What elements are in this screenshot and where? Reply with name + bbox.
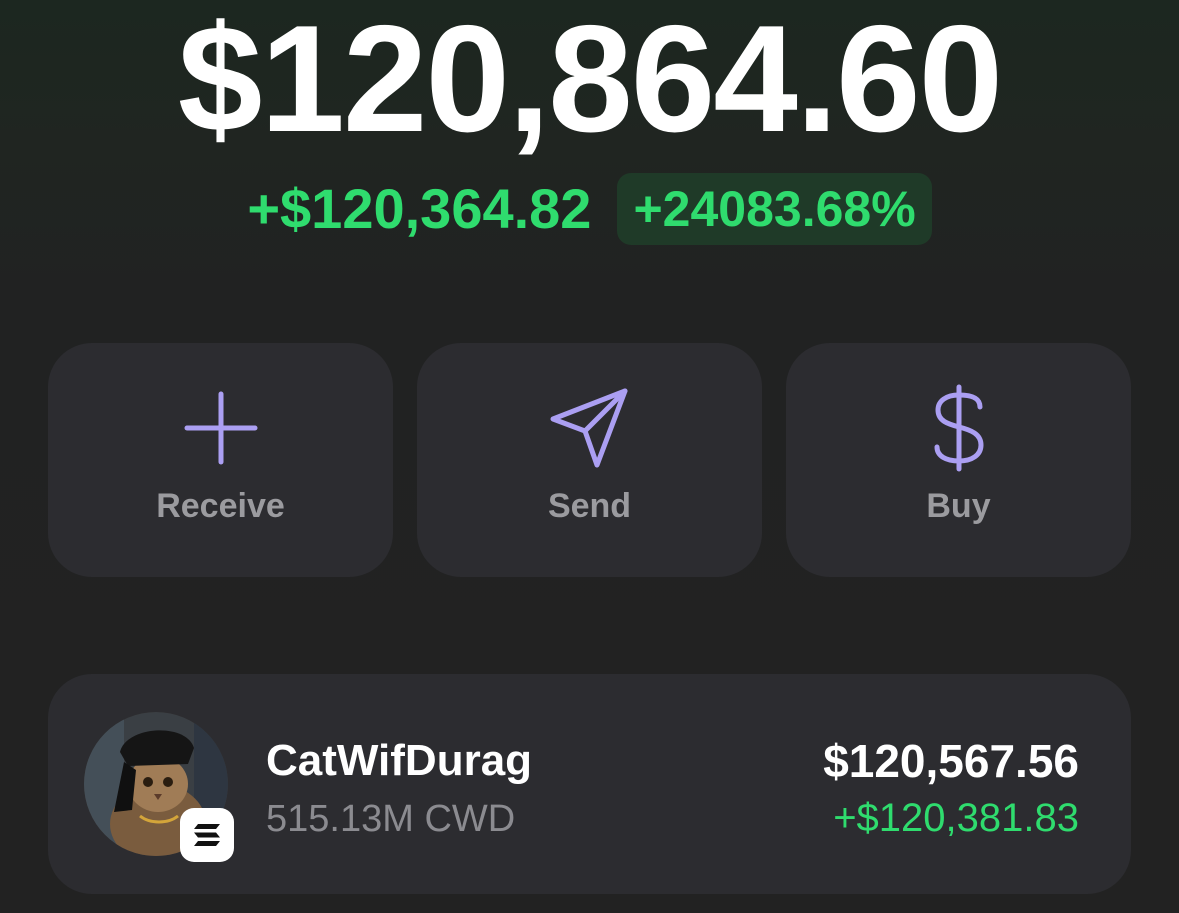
token-amount: 515.13M CWD: [266, 798, 516, 840]
change-amount: +$120,364.82: [247, 177, 592, 240]
buy-button[interactable]: Buy: [786, 343, 1131, 577]
buy-label: Buy: [926, 487, 991, 525]
send-label: Send: [547, 487, 632, 525]
token-change: +$120,381.83: [833, 796, 1079, 840]
token-row[interactable]: CatWifDurag 515.13M CWD $120,567.56 +$12…: [48, 674, 1131, 894]
balance-value: $120,864.60: [177, 0, 1003, 164]
plus-icon: [48, 383, 393, 473]
solana-icon: [180, 808, 234, 862]
receive-button[interactable]: Receive: [48, 343, 393, 577]
token-name: CatWifDurag: [266, 736, 533, 785]
token-value: $120,567.56: [823, 735, 1079, 787]
change-percent-badge: +24083.68%: [617, 173, 932, 245]
receive-label: Receive: [156, 487, 285, 525]
action-buttons: Receive Send Buy: [48, 343, 1131, 577]
dollar-icon: [786, 383, 1131, 473]
change-row: +$120,364.82 +24083.68%: [0, 172, 1179, 246]
send-button[interactable]: Send: [417, 343, 762, 577]
send-paper-plane-icon: [417, 383, 762, 473]
